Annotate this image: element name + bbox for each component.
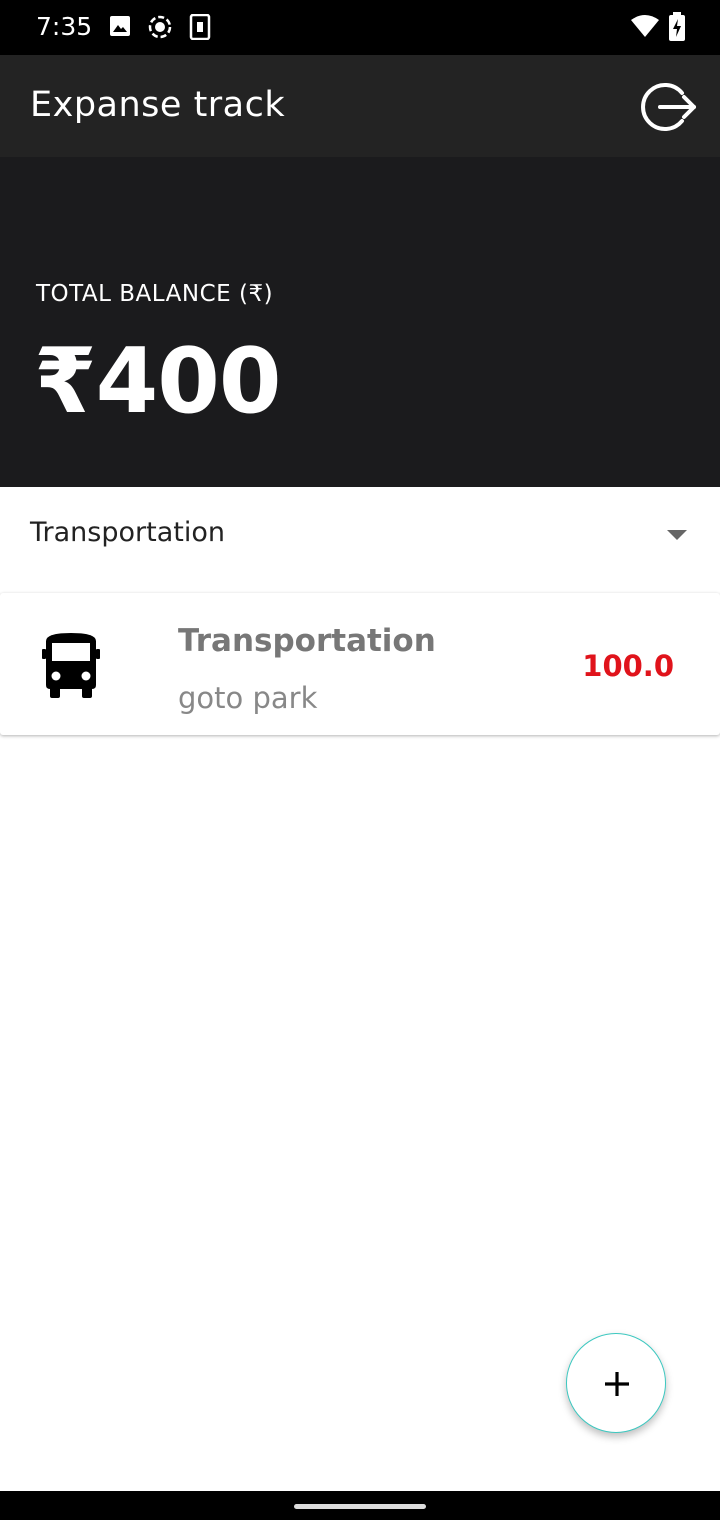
app-bar: Expanse track <box>0 55 720 157</box>
plus-icon <box>605 1372 629 1396</box>
logout-button[interactable] <box>636 75 700 139</box>
transaction-card[interactable]: Transportation goto park 100.0 <box>0 593 720 735</box>
add-transaction-button[interactable] <box>566 1333 666 1433</box>
logout-icon <box>641 83 696 131</box>
total-balance-amount: ₹400 <box>34 329 281 434</box>
category-dropdown-value: Transportation <box>30 517 225 548</box>
balance-panel: TOTAL BALANCE (₹) ₹400 <box>0 157 720 487</box>
battery-charging-icon <box>669 12 685 41</box>
total-balance-label: TOTAL BALANCE (₹) <box>36 281 274 307</box>
app-title: Expanse track <box>30 85 286 125</box>
sim-card-icon <box>189 14 211 40</box>
wifi-icon <box>631 15 659 37</box>
transaction-note: goto park <box>178 681 318 715</box>
status-bar: 7:35 <box>0 0 720 55</box>
bus-icon <box>42 633 100 698</box>
home-gesture-handle[interactable] <box>294 1504 426 1509</box>
status-time: 7:35 <box>36 12 93 41</box>
transaction-category: Transportation <box>178 623 436 659</box>
image-icon <box>110 16 130 36</box>
dropdown-arrow-icon <box>667 530 687 540</box>
screen-record-icon <box>148 15 172 39</box>
navigation-bar <box>0 1491 720 1520</box>
transaction-amount: 100.0 <box>582 649 674 683</box>
category-dropdown[interactable]: Transportation <box>0 487 720 582</box>
